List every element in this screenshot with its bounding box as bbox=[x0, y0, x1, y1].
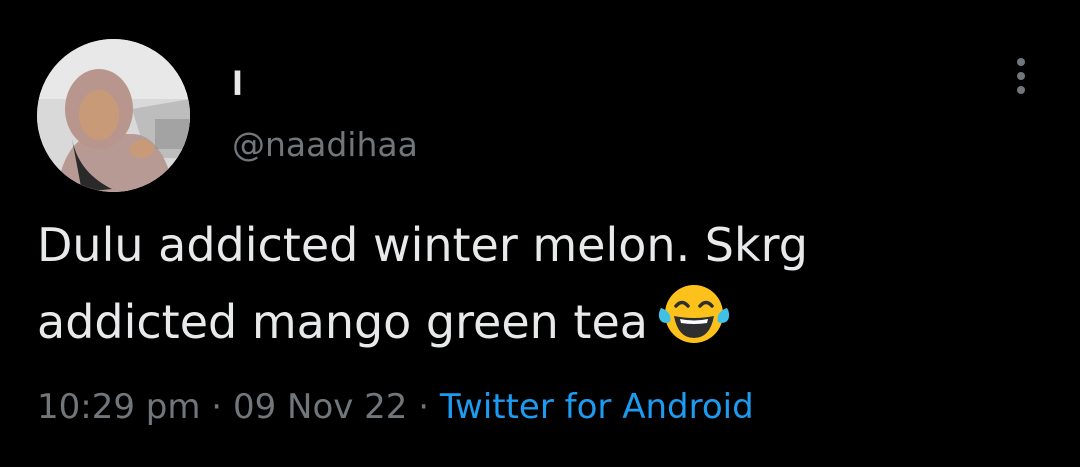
face-with-tears-of-joy-icon bbox=[658, 282, 730, 346]
tweet-meta: 10:29 pm · 09 Nov 22 · Twitter for Andro… bbox=[37, 383, 754, 431]
meta-separator: · bbox=[200, 387, 233, 427]
more-options-button[interactable] bbox=[1004, 54, 1038, 98]
avatar[interactable] bbox=[37, 39, 190, 192]
tweet-text-line-1: Dulu addicted winter melon. Skrg bbox=[37, 218, 808, 272]
profile-photo-icon bbox=[37, 39, 190, 192]
display-name[interactable]: l bbox=[232, 66, 243, 102]
tweet-time[interactable]: 10:29 pm bbox=[37, 387, 201, 427]
meta-separator: · bbox=[407, 387, 440, 427]
tweet-source-link[interactable]: Twitter for Android bbox=[440, 387, 754, 427]
tweet-text-line-2-text: addicted mango green tea bbox=[37, 295, 648, 349]
user-handle[interactable]: @naadihaa bbox=[232, 125, 418, 165]
tweet-text-line-2: addicted mango green tea bbox=[37, 282, 1047, 359]
more-vertical-icon bbox=[1017, 58, 1025, 94]
tweet-detail: l @naadihaa Dulu addicted winter melon. … bbox=[0, 0, 1080, 467]
tweet-text: Dulu addicted winter melon. Skrg addicte… bbox=[37, 209, 1047, 359]
tweet-date[interactable]: 09 Nov 22 bbox=[233, 387, 408, 427]
